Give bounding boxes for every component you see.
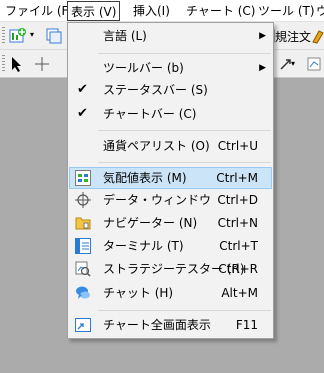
menu-item-label: ツールバー (b) [103, 61, 184, 75]
menu-item-label: ターミナル (T) [103, 239, 184, 253]
menu-item-shortcut: F11 [235, 318, 258, 332]
menu-item-label: 気配値表示 (M) [103, 171, 187, 185]
menu-item-label: チャット (H) [103, 286, 174, 300]
menu-item-market-watch[interactable]: 気配値表示 (M) Ctrl+M [69, 167, 272, 189]
menu-item-shortcut: Ctrl+U [217, 139, 258, 153]
menu-item-shortcut: Alt+M [221, 286, 258, 300]
period-icon[interactable] [306, 56, 322, 72]
navigator-icon [75, 217, 91, 230]
menu-window[interactable]: ウ [316, 3, 324, 19]
menu-separator [98, 162, 271, 163]
toolbar-grip[interactable] [2, 27, 5, 45]
menu-view[interactable]: 表示 (V) [67, 1, 121, 21]
crosshair-tool-icon[interactable] [34, 56, 50, 72]
submenu-arrow-icon: ▶ [259, 31, 266, 41]
menu-chart[interactable]: チャート (C) [186, 3, 255, 19]
new-chart-icon[interactable] [9, 27, 27, 45]
chat-icon [76, 286, 90, 299]
menu-bar: ファイル (F) 表示 (V) 挿入(I) チャート (C) ツール (T) ウ [0, 0, 324, 22]
check-icon: ✔ [77, 82, 88, 97]
new-order-label[interactable]: 規注文 [275, 28, 311, 45]
submenu-arrow-icon: ▶ [259, 63, 266, 73]
profiles-icon[interactable] [45, 27, 63, 45]
menu-item-label: 通貨ペアリスト (O) [103, 139, 210, 153]
menu-item-toolbars[interactable]: ツールバー (b) ▶ [69, 57, 272, 79]
strategy-tester-icon [75, 261, 91, 277]
menu-item-label: チャートバー (C) [103, 107, 197, 121]
market-watch-icon [75, 170, 91, 186]
menu-separator [98, 310, 271, 311]
menu-item-label: 言語 (L) [103, 29, 147, 43]
menu-separator [98, 130, 271, 131]
menu-item-label: チャート全画面表示 [103, 318, 211, 332]
menu-item-shortcut: Ctrl+R [218, 262, 258, 276]
menu-item-strategy-tester[interactable]: ストラテジーテスター (R) Ctrl+R [69, 258, 272, 280]
menu-item-navigator[interactable]: ナビゲーター (N) Ctrl+N [69, 212, 272, 234]
menu-item-chart-bar[interactable]: ✔ チャートバー (C) [69, 103, 272, 125]
fullscreen-icon [75, 318, 91, 332]
menu-item-shortcut: Ctrl+D [217, 193, 258, 207]
menu-item-fullscreen[interactable]: チャート全画面表示 F11 [69, 314, 272, 336]
menu-item-shortcut: Ctrl+N [217, 216, 258, 230]
menu-separator [98, 53, 271, 54]
chevron-down-icon-2[interactable]: ▾ [291, 59, 295, 68]
menu-item-label: データ・ウィンドウ [103, 193, 212, 207]
menu-item-status-bar[interactable]: ✔ ステータスバー (S) [69, 79, 272, 101]
menu-item-shortcut: Ctrl+M [216, 171, 258, 185]
toolbar-grip-2[interactable] [2, 55, 5, 73]
view-menu-dropdown: 言語 (L) ▶ ツールバー (b) ▶ ✔ ステータスバー (S) ✔ チャー… [67, 22, 274, 339]
terminal-icon [75, 238, 91, 254]
pen-icon[interactable] [311, 28, 324, 44]
menu-item-data-window[interactable]: データ・ウィンドウ Ctrl+D [69, 189, 272, 211]
menu-tools[interactable]: ツール (T) [258, 3, 315, 19]
menu-item-label: ナビゲーター (N) [103, 216, 198, 230]
menu-insert[interactable]: 挿入(I) [133, 3, 170, 19]
cursor-icon[interactable] [10, 56, 24, 72]
menu-item-shortcut: Ctrl+T [219, 239, 258, 253]
menu-file[interactable]: ファイル (F) [5, 3, 73, 19]
menu-item-label: ステータスバー (S) [103, 83, 208, 97]
check-icon: ✔ [77, 106, 88, 121]
chevron-down-icon[interactable]: ▾ [30, 30, 34, 39]
menu-item-symbols[interactable]: 通貨ペアリスト (O) Ctrl+U [69, 135, 272, 157]
menu-item-terminal[interactable]: ターミナル (T) Ctrl+T [69, 235, 272, 257]
menu-item-chat[interactable]: チャット (H) Alt+M [69, 282, 272, 304]
menu-item-language[interactable]: 言語 (L) ▶ [69, 25, 272, 47]
crosshair-icon [75, 192, 91, 208]
